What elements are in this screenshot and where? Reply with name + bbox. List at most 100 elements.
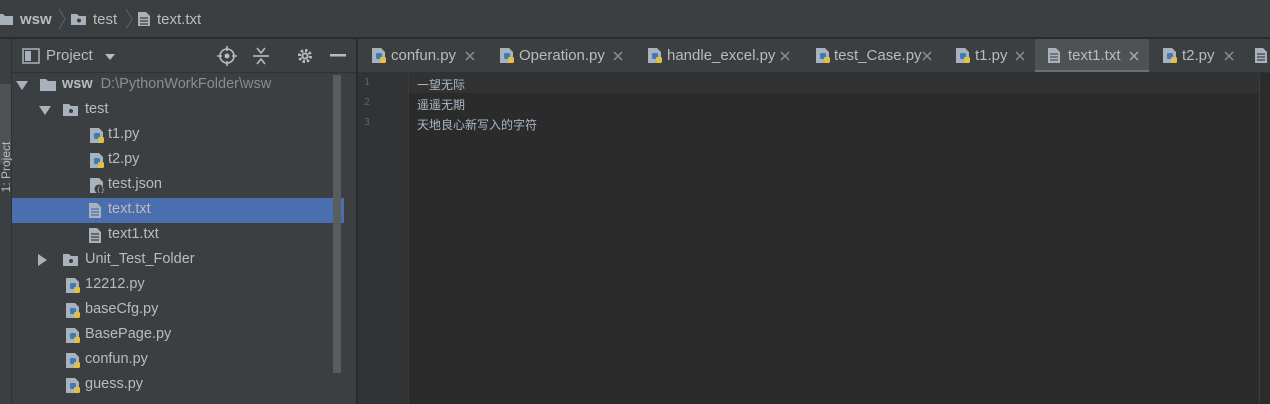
collapse-all-icon[interactable]: [251, 46, 271, 66]
close-icon[interactable]: [1129, 51, 1139, 61]
python-file-icon: [66, 303, 80, 318]
tree-item-test-json[interactable]: {} test.json: [12, 173, 342, 198]
tree-label: BasePage.py: [85, 326, 172, 342]
tab-label: text1.txt: [1068, 47, 1121, 64]
caret-row-highlight: [409, 73, 1260, 93]
close-icon[interactable]: [613, 51, 623, 61]
python-file-icon: [90, 128, 104, 143]
tab-t2-py[interactable]: t2.py: [1149, 39, 1244, 72]
navigation-bar: wsw test text.txt: [0, 0, 1270, 38]
tab-label: handle_excel.py: [667, 47, 776, 64]
tree-item-text-txt[interactable]: text.txt: [12, 198, 356, 223]
tab-operation-py[interactable]: Operation.py: [486, 39, 634, 72]
tree-item-test[interactable]: test: [12, 98, 342, 123]
python-file-icon: [1163, 48, 1177, 63]
tool-window-stripe: 1: Project: [0, 39, 13, 404]
code-line[interactable]: 一望无际: [417, 76, 465, 93]
python-file-icon: [90, 153, 104, 168]
breadcrumb-separator-icon: [125, 8, 133, 30]
tree-item-wsw[interactable]: wsw D:\PythonWorkFolder\wsw: [12, 73, 342, 98]
line-number-gutter: 1 2 3: [358, 73, 409, 404]
tab-confun-py[interactable]: confun.py: [358, 39, 486, 72]
tree-item-t2-py[interactable]: t2.py: [12, 148, 342, 173]
close-icon[interactable]: [922, 51, 932, 61]
tree-item-guess-py[interactable]: guess.py: [12, 373, 342, 398]
expanded-arrow-icon[interactable]: [16, 81, 28, 91]
tab-label: confun.py: [391, 47, 457, 64]
tree-label: text.txt: [108, 201, 151, 217]
project-panel-title[interactable]: Project: [46, 47, 93, 64]
json-file-icon: {}: [90, 178, 105, 194]
text-file-icon: [1048, 48, 1060, 63]
tree-item-basecfg-py[interactable]: baseCfg.py: [12, 298, 342, 323]
close-icon[interactable]: [465, 51, 475, 61]
tree-item-basepage-py[interactable]: BasePage.py: [12, 323, 342, 348]
breadcrumb-label: text.txt: [157, 10, 202, 28]
minimize-icon[interactable]: [330, 54, 346, 58]
python-file-icon: [956, 48, 970, 63]
line-number: 2: [363, 97, 370, 108]
tree-label: test.json: [108, 176, 162, 192]
close-icon[interactable]: [1224, 51, 1234, 61]
python-file-icon: [66, 353, 80, 368]
editor-tab-bar: confun.py Operation.py handle_excel.py t…: [358, 39, 1270, 73]
text-file-icon: [89, 203, 101, 218]
scrollbar-thumb[interactable]: [333, 75, 341, 373]
package-folder-icon: [63, 104, 78, 116]
root-path-label: D:\PythonWorkFolder\wsw: [100, 76, 272, 92]
tree-label: test: [85, 101, 109, 117]
tree-label: confun.py: [85, 351, 148, 367]
tab-handle-excel-py[interactable]: handle_excel.py: [634, 39, 802, 72]
gear-icon[interactable]: [296, 47, 314, 65]
python-file-icon: [816, 48, 830, 63]
breadcrumb-separator-icon: [58, 8, 66, 30]
tab-text1-txt[interactable]: text1.txt: [1035, 39, 1149, 72]
tab-overflow[interactable]: [1244, 39, 1270, 72]
breadcrumb-item-text-txt[interactable]: text.txt: [137, 0, 201, 38]
python-file-icon: [66, 278, 80, 293]
project-tree: wsw D:\PythonWorkFolder\wsw test t1.py t2…: [12, 73, 356, 404]
tree-label: t1.py: [108, 126, 140, 142]
text-file-icon: [89, 228, 101, 243]
chevron-down-icon[interactable]: [104, 53, 116, 61]
right-margin-guide: [1259, 73, 1260, 404]
breadcrumb-item-wsw[interactable]: wsw: [0, 0, 52, 38]
project-tool-button[interactable]: 1: Project: [0, 84, 13, 192]
tree-item-t1-py[interactable]: t1.py: [12, 123, 342, 148]
tab-label: test_Case.py: [834, 47, 922, 64]
tree-label: t2.py: [108, 151, 140, 167]
tree-item-text1-txt[interactable]: text1.txt: [12, 223, 342, 248]
locate-icon[interactable]: [217, 46, 237, 66]
breadcrumb-label: test: [93, 10, 118, 28]
package-folder-icon: [63, 254, 78, 266]
close-icon[interactable]: [780, 51, 790, 61]
project-view-icon: [22, 48, 40, 64]
tree-label: wsw D:\PythonWorkFolder\wsw: [62, 76, 272, 92]
tree-label: baseCfg.py: [85, 301, 159, 317]
project-panel-header: Project: [12, 39, 356, 73]
tree-scrollbar[interactable]: [333, 73, 356, 404]
python-file-icon: [66, 378, 80, 393]
python-file-icon: [66, 328, 80, 343]
python-file-icon: [648, 48, 662, 63]
expanded-arrow-icon[interactable]: [39, 106, 51, 116]
python-file-icon: [500, 48, 514, 63]
close-icon[interactable]: [1015, 51, 1025, 61]
collapsed-arrow-icon[interactable]: [38, 254, 48, 266]
breadcrumb-item-test[interactable]: test: [70, 0, 117, 38]
code-line[interactable]: 遥遥无期: [417, 96, 465, 113]
svg-text:{}: {}: [97, 186, 105, 194]
code-editor[interactable]: 一望无际 遥遥无期 天地良心新写入的字符: [409, 73, 1260, 404]
tree-item-unit-test-folder[interactable]: Unit_Test_Folder: [12, 248, 342, 273]
tree-item-confun-py[interactable]: confun.py: [12, 348, 342, 373]
line-number: 1: [363, 77, 370, 88]
python-file-icon: [372, 48, 386, 63]
code-line[interactable]: 天地良心新写入的字符: [417, 116, 537, 133]
tab-t1-py[interactable]: t1.py: [942, 39, 1035, 72]
tree-item-12212-py[interactable]: 12212.py: [12, 273, 342, 298]
tree-label: 12212.py: [85, 276, 145, 292]
tree-label: guess.py: [85, 376, 144, 392]
folder-icon: [40, 79, 56, 91]
tab-test-case-py[interactable]: test_Case.py: [802, 39, 942, 72]
line-number: 3: [363, 117, 370, 128]
